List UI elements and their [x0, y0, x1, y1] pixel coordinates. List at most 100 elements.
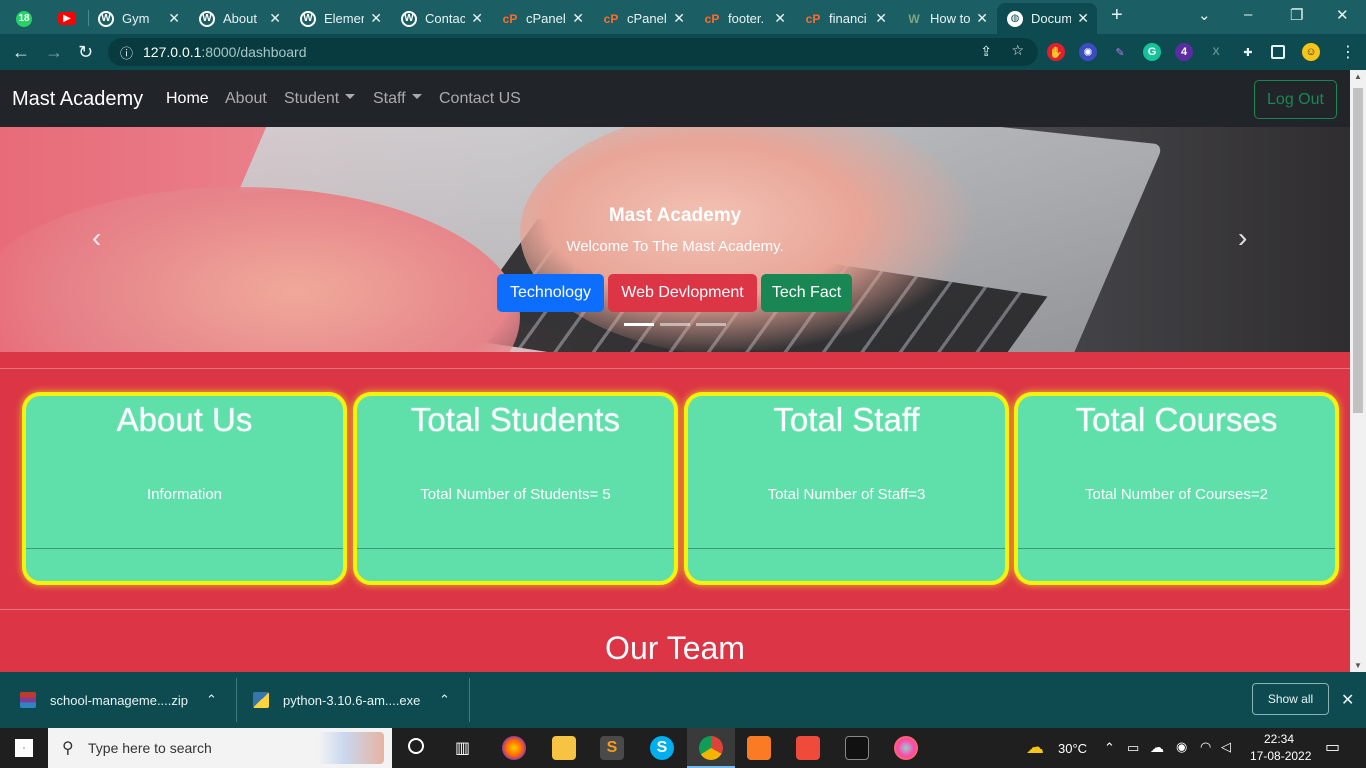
close-tab-icon[interactable]: ✕: [471, 10, 483, 27]
extension-badge-icon[interactable]: 4: [1175, 43, 1193, 61]
minimize-icon[interactable]: –: [1244, 6, 1252, 23]
close-tab-icon[interactable]: ✕: [673, 10, 685, 27]
show-all-downloads-button[interactable]: Show all: [1252, 683, 1329, 715]
back-icon[interactable]: ←: [12, 42, 30, 63]
maximize-icon[interactable]: ❐: [1290, 6, 1303, 24]
chrome-taskbar-active[interactable]: [687, 728, 735, 768]
reload-icon[interactable]: ↻: [78, 42, 93, 63]
tab-financial[interactable]: cP financi ✕: [795, 3, 895, 34]
tab-howto[interactable]: W How to ✕: [896, 3, 996, 34]
menu-kebab-icon[interactable]: ⋮: [1340, 42, 1356, 62]
close-tab-icon[interactable]: ✕: [168, 10, 180, 27]
card-text: Total Number of Staff=3: [767, 486, 926, 503]
carousel-indicator-2[interactable]: [660, 323, 690, 326]
chevron-up-icon[interactable]: ⌃: [206, 692, 217, 708]
onedrive-icon[interactable]: ☁: [1150, 739, 1164, 756]
file-explorer-icon[interactable]: [552, 736, 576, 760]
tray-chevron-up-icon[interactable]: ⌃: [1104, 740, 1115, 756]
close-tab-icon[interactable]: ✕: [572, 10, 584, 27]
notifications-icon[interactable]: ▭: [1325, 737, 1340, 757]
extension-feather-icon[interactable]: ✎: [1111, 43, 1129, 61]
windows-start-icon[interactable]: [15, 739, 33, 757]
profile-avatar[interactable]: ☺: [1302, 43, 1320, 61]
nav-student-dropdown[interactable]: Student: [284, 90, 356, 108]
web-development-button[interactable]: Web Devlopment: [608, 274, 757, 312]
download-filename: school-manageme....zip: [50, 692, 189, 708]
share-icon[interactable]: ⇪: [980, 43, 992, 60]
extension-gear-icon[interactable]: ✺: [1079, 43, 1097, 61]
chevron-up-icon[interactable]: ⌃: [439, 692, 450, 708]
logout-button[interactable]: Log Out: [1254, 80, 1337, 119]
page-scrollbar[interactable]: ▲ ▼: [1350, 70, 1366, 672]
close-tab-icon[interactable]: ✕: [875, 10, 887, 27]
task-view-icon[interactable]: ▥: [455, 738, 470, 758]
extensions-puzzle-icon[interactable]: ✚: [1239, 43, 1257, 61]
carousel-indicator-1[interactable]: [624, 323, 654, 326]
tab-about[interactable]: W About ✕: [189, 3, 289, 34]
carousel-caption-subtitle: Welcome To The Mast Academy.: [566, 238, 784, 255]
download-item-exe[interactable]: python-3.10.6-am....exe ⌃: [253, 672, 463, 728]
tab-title: Elemer: [324, 11, 364, 26]
anydesk-icon[interactable]: [796, 736, 820, 760]
address-bar[interactable]: ⓘ 127.0.0.1:8000/dashboard ⇪ ☆: [108, 38, 1038, 66]
nav-contact[interactable]: Contact US: [439, 90, 521, 108]
weather-icon[interactable]: ☁: [1026, 737, 1044, 758]
skype-icon[interactable]: S: [650, 736, 674, 760]
nav-about[interactable]: About: [225, 90, 267, 108]
site-navbar: Mast Academy Home About Student Staff Co…: [0, 70, 1350, 127]
taskbar-search-box[interactable]: ⚲ Type here to search: [48, 728, 392, 768]
tab-cpanel-2[interactable]: cP cPanel ✕: [593, 3, 693, 34]
terminal-icon[interactable]: [845, 736, 869, 760]
forward-icon[interactable]: →: [45, 42, 63, 63]
app-tray-icon[interactable]: ◉: [1176, 739, 1187, 755]
side-panel-icon[interactable]: [1271, 45, 1285, 59]
tab-gym[interactable]: W Gym ✕: [88, 3, 188, 34]
tab-elementor[interactable]: W Elemer ✕: [290, 3, 390, 34]
scroll-up-icon[interactable]: ▲: [1354, 72, 1362, 81]
tab-cpanel-1[interactable]: cP cPanel ✕: [492, 3, 592, 34]
close-tab-icon[interactable]: ✕: [1077, 10, 1089, 27]
bookmark-star-icon[interactable]: ☆: [1011, 42, 1024, 59]
tab-youtube[interactable]: ▶: [48, 3, 88, 34]
tab-contact[interactable]: W Contac ✕: [391, 3, 491, 34]
new-tab-button[interactable]: +: [1111, 4, 1123, 27]
close-tab-icon[interactable]: ✕: [774, 10, 786, 27]
tab-title: Docum: [1031, 11, 1071, 26]
scroll-thumb[interactable]: [1353, 88, 1363, 413]
technology-button[interactable]: Technology: [497, 274, 604, 312]
wifi-icon[interactable]: ◠: [1200, 739, 1211, 755]
brand-logo[interactable]: Mast Academy: [12, 88, 143, 111]
tab-whatsapp[interactable]: 18: [6, 3, 42, 34]
weather-temperature[interactable]: 30°C: [1058, 741, 1087, 756]
battery-icon[interactable]: ▭: [1127, 740, 1139, 756]
info-icon[interactable]: ⓘ: [120, 43, 133, 62]
tab-search-icon[interactable]: ⌄: [1198, 6, 1211, 24]
firefox-icon[interactable]: [502, 736, 526, 760]
close-window-icon[interactable]: ✕: [1336, 6, 1349, 24]
tab-footer[interactable]: cP footer. ✕: [694, 3, 794, 34]
extension-x-icon[interactable]: X: [1207, 43, 1225, 61]
close-tab-icon[interactable]: ✕: [370, 10, 382, 27]
tab-document-active[interactable]: ◍ Docum ✕: [997, 3, 1097, 34]
scroll-down-icon[interactable]: ▼: [1354, 661, 1362, 670]
close-tab-icon[interactable]: ✕: [976, 10, 988, 27]
clock-time[interactable]: 22:34: [1264, 732, 1294, 746]
close-tab-icon[interactable]: ✕: [269, 10, 281, 27]
sublime-text-icon[interactable]: S: [600, 736, 624, 760]
card-title: About Us: [116, 401, 253, 438]
volume-icon[interactable]: ◁: [1221, 739, 1231, 755]
xampp-icon[interactable]: [747, 736, 771, 760]
clock-date[interactable]: 17-08-2022: [1250, 749, 1311, 763]
card-footer-divider: [26, 548, 343, 549]
tech-fact-button[interactable]: Tech Fact: [761, 274, 852, 312]
cortana-icon[interactable]: [408, 738, 424, 754]
carousel-indicator-3[interactable]: [696, 323, 726, 326]
extension-adblock-icon[interactable]: ✋: [1047, 43, 1065, 61]
nav-staff-dropdown[interactable]: Staff: [373, 90, 422, 108]
nav-home[interactable]: Home: [166, 90, 209, 108]
extension-grammarly-icon[interactable]: G: [1143, 43, 1161, 61]
download-item-zip[interactable]: school-manageme....zip ⌃: [20, 672, 230, 728]
paint-icon[interactable]: [894, 736, 918, 760]
close-downloads-icon[interactable]: ✕: [1341, 690, 1354, 710]
search-placeholder: Type here to search: [88, 740, 212, 756]
